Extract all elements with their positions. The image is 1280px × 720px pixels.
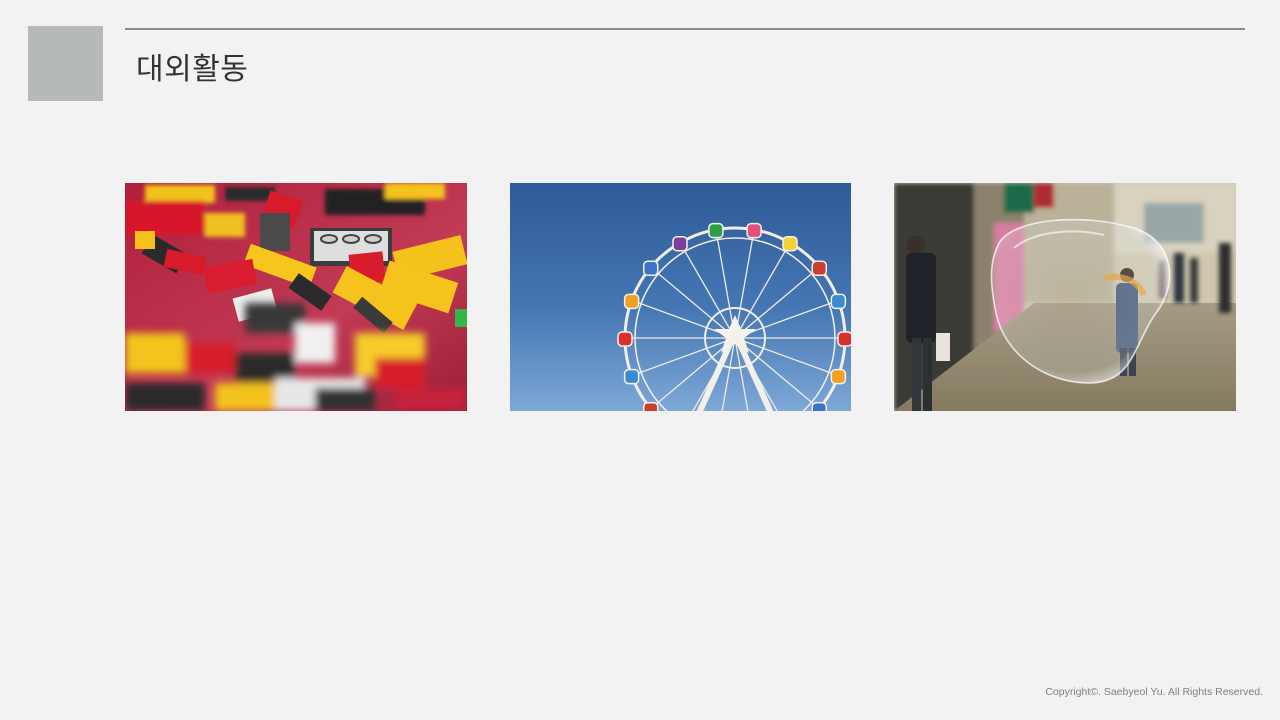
page-title: 대외활동 — [136, 52, 249, 87]
ferris-wheel-photo — [510, 183, 851, 411]
title-divider — [125, 28, 1245, 30]
copyright-text: Copyright©. Saebyeol Yu. All Rights Rese… — [1045, 686, 1263, 698]
street-bubble-photo — [894, 183, 1236, 411]
accent-square — [28, 26, 103, 101]
toy-bricks-photo — [125, 183, 467, 411]
